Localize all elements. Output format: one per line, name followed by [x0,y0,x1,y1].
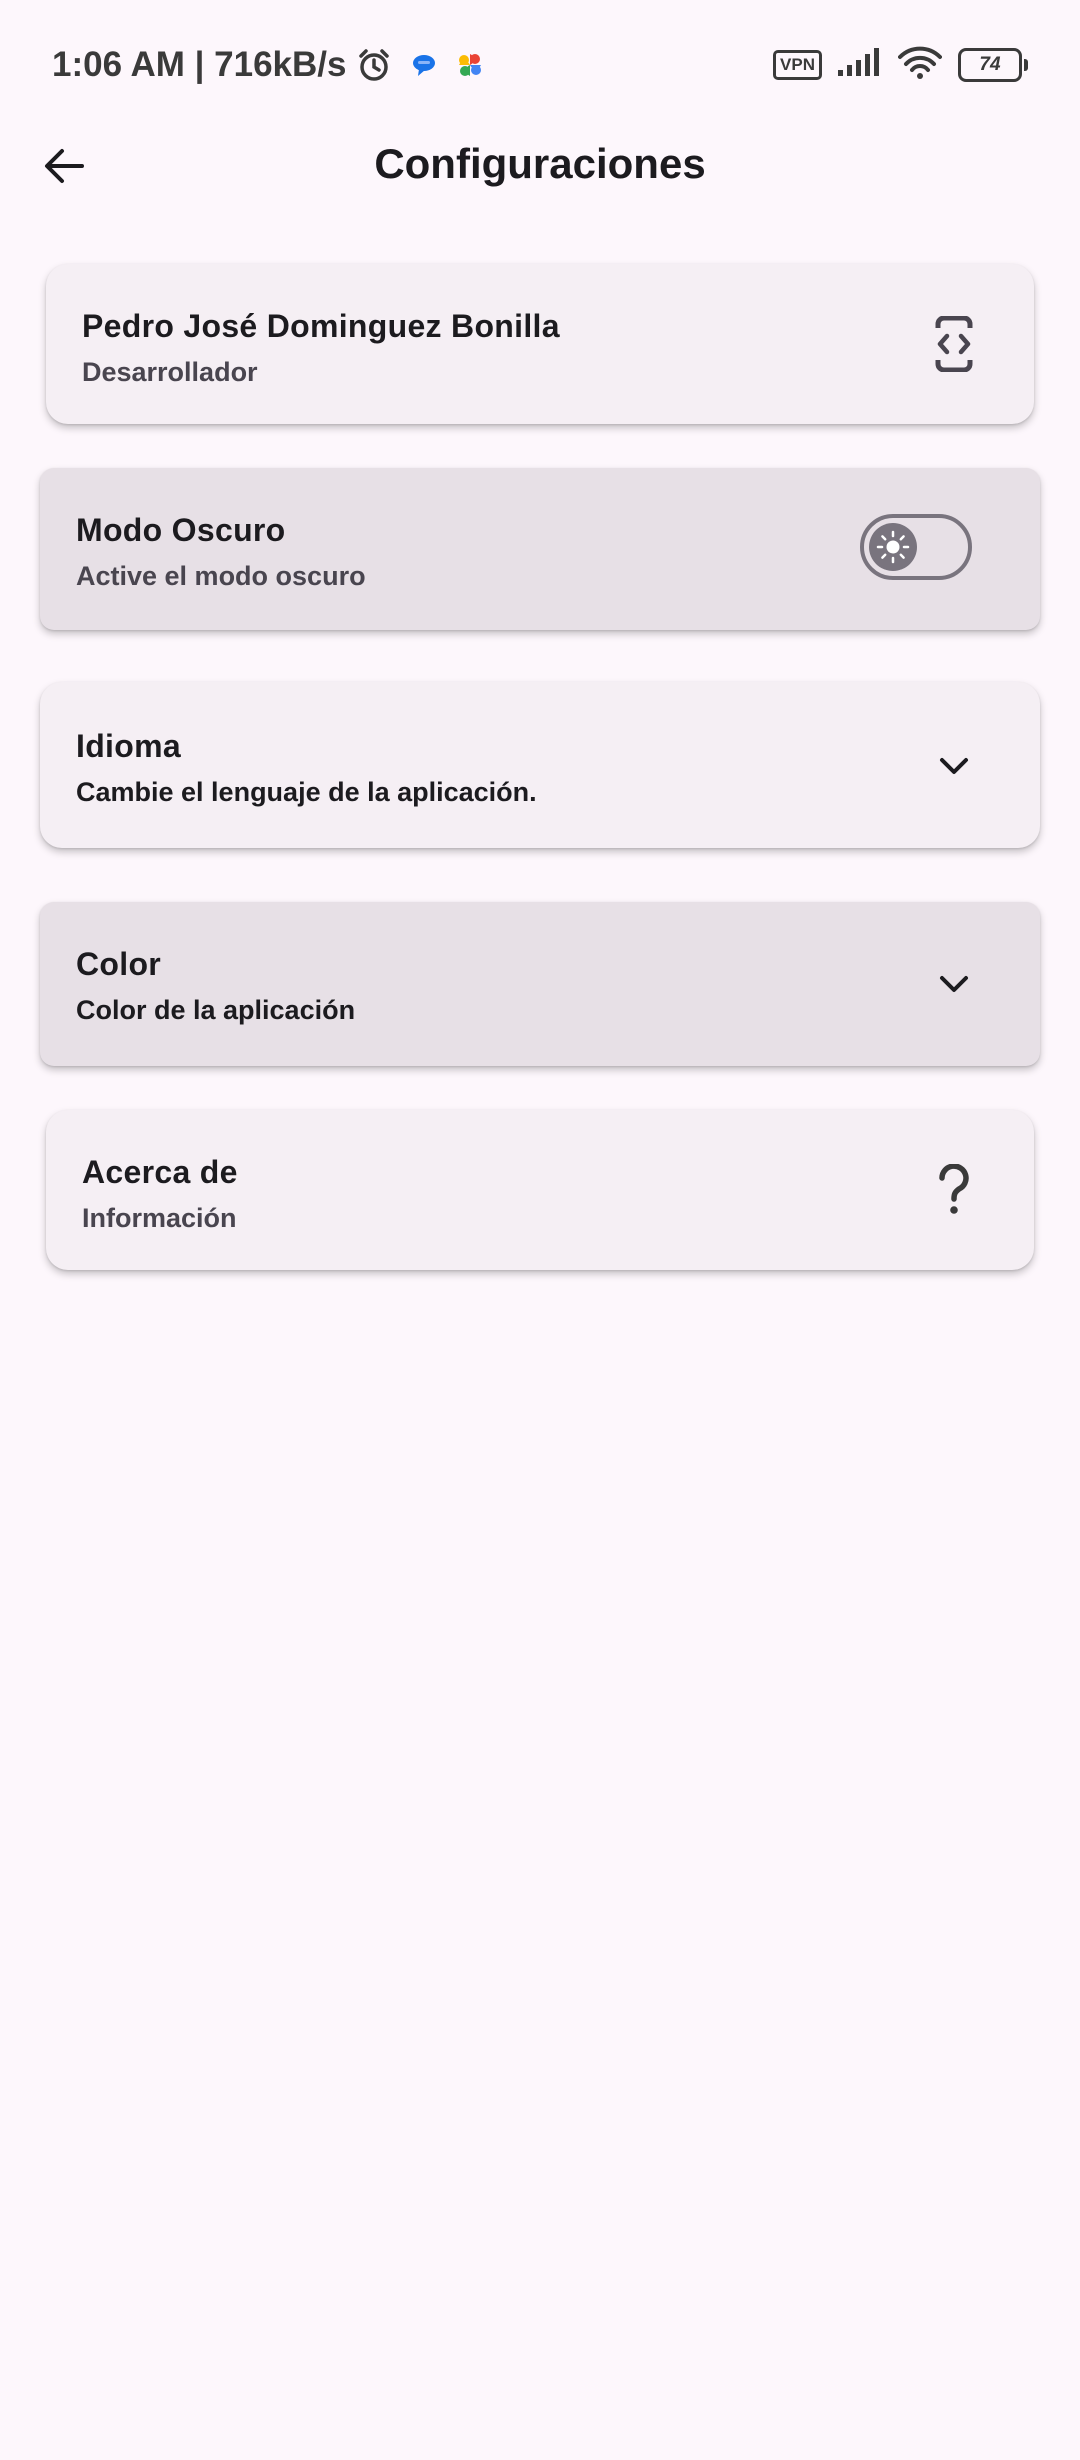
signal-icon [838,47,882,83]
status-time-speed: 1:06 AM | 716kB/s [52,45,347,84]
profile-card[interactable]: Pedro José Dominguez Bonilla Desarrollad… [46,264,1034,424]
dark-mode-title: Modo Oscuro [76,512,286,548]
messages-icon [410,51,438,79]
color-title: Color [76,946,162,982]
toggle-thumb [869,523,917,571]
chevron-down-icon[interactable] [932,962,976,1006]
battery-level: 74 [979,54,1001,75]
about-subtitle: Información [82,1203,237,1233]
language-card[interactable]: Idioma Cambie el lenguaje de la aplicaci… [40,682,1040,848]
developer-mode-icon [926,316,982,372]
settings-screen: 1:06 AM | 716kB/s VPN 74 Configuraciones… [0,0,1080,2460]
app-bar: Configuraciones [0,118,1080,214]
profile-name: Pedro José Dominguez Bonilla [82,308,560,344]
dark-mode-toggle[interactable] [860,514,972,580]
page-title: Configuraciones [374,140,706,187]
help-icon [926,1160,982,1220]
chevron-down-icon[interactable] [932,744,976,788]
dark-mode-subtitle: Active el modo oscuro [76,561,366,591]
status-right: VPN 74 [773,40,1028,90]
about-card[interactable]: Acerca de Información [46,1110,1034,1270]
language-title: Idioma [76,728,181,764]
color-card[interactable]: Color Color de la aplicación [40,902,1040,1066]
battery-icon: 74 [958,48,1028,82]
profile-role: Desarrollador [82,357,258,387]
sun-icon [876,530,910,564]
status-left: 1:06 AM | 716kB/s [52,40,484,90]
color-subtitle: Color de la aplicación [76,995,356,1025]
alarm-icon [356,47,392,83]
wifi-icon [898,46,942,85]
about-title: Acerca de [82,1154,238,1190]
dark-mode-card: Modo Oscuro Active el modo oscuro [40,468,1040,630]
status-bar: 1:06 AM | 716kB/s VPN 74 [0,0,1080,130]
photos-icon [456,51,484,79]
vpn-badge: VPN [773,50,822,80]
language-subtitle: Cambie el lenguaje de la aplicación. [76,777,537,807]
